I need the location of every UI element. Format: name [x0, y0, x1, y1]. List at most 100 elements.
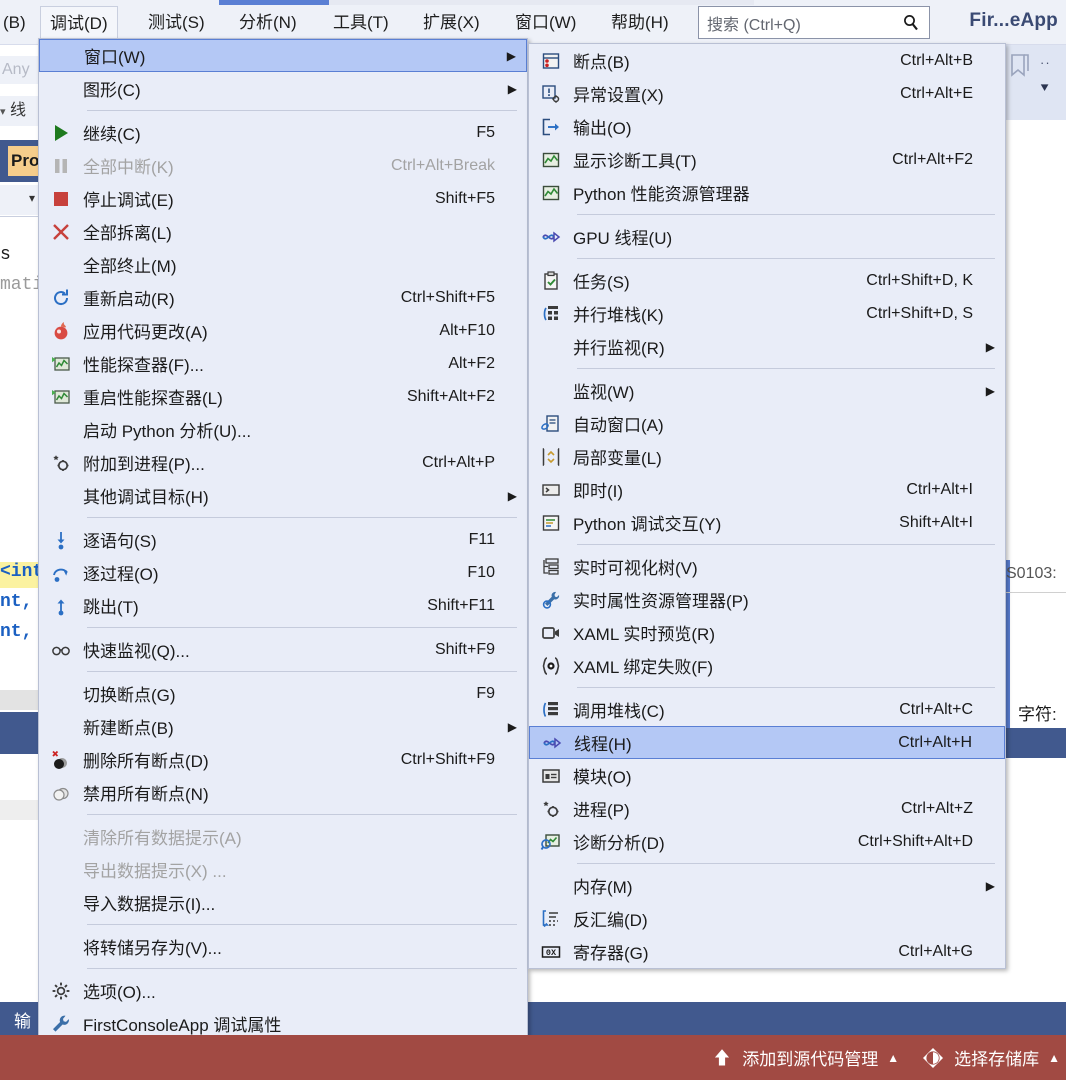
menu-item-window-submenu-3[interactable]: 显示诊断工具(T)Ctrl+Alt+F2 — [529, 143, 1005, 176]
code-line: mati — [0, 275, 40, 295]
menubar-item-tools[interactable]: 工具(T) — [324, 9, 398, 37]
menu-item-debug-menu-20[interactable]: 快速监视(Q)...Shift+F9 — [39, 633, 527, 666]
menu-item-debug-menu-31[interactable]: 将转储另存为(V)... — [39, 930, 527, 963]
menu-item-debug-menu-13[interactable]: 附加到进程(P)...Ctrl+Alt+P — [39, 446, 527, 479]
properties-dropdown[interactable]: ▾ — [0, 185, 40, 215]
output-icon — [529, 116, 573, 138]
menu-item-window-submenu-27[interactable]: 诊断分析(D)Ctrl+Shift+Alt+D — [529, 825, 1005, 858]
bookmark-icon[interactable] — [1008, 52, 1032, 80]
locals-icon — [529, 446, 573, 468]
menu-item-window-submenu-8[interactable]: 任务(S)Ctrl+Shift+D, K — [529, 264, 1005, 297]
status-select-repository[interactable]: 选择存储库 ▲ — [921, 1045, 1060, 1070]
menubar-item-analyze[interactable]: 分析(N) — [230, 9, 306, 37]
menu-item-window-submenu-16[interactable]: Python 调试交互(Y)Shift+Alt+I — [529, 506, 1005, 539]
menu-item-window-submenu-10[interactable]: 并行监视(R)▶ — [529, 330, 1005, 363]
menu-item-label: 跳出(T) — [83, 593, 407, 618]
menu-item-debug-menu-18[interactable]: 跳出(T)Shift+F11 — [39, 589, 527, 622]
search-input[interactable]: 搜索 (Ctrl+Q) — [707, 11, 901, 35]
menu-item-debug-menu-11[interactable]: 重启性能探查器(L)Shift+Alt+F2 — [39, 380, 527, 413]
menu-item-debug-menu-25[interactable]: 禁用所有断点(N) — [39, 776, 527, 809]
arrow-down-icon[interactable]: ⯆ — [1039, 80, 1050, 97]
menu-item-debug-menu-10[interactable]: 性能探查器(F)...Alt+F2 — [39, 347, 527, 380]
menu-item-window-submenu-19[interactable]: 实时属性资源管理器(P) — [529, 583, 1005, 616]
menu-item-window-submenu-9[interactable]: 并行堆栈(K)Ctrl+Shift+D, S — [529, 297, 1005, 330]
caret-up-icon[interactable]: ▲ — [887, 1051, 899, 1065]
menu-item-window-submenu-1[interactable]: 异常设置(X)Ctrl+Alt+E — [529, 77, 1005, 110]
menu-item-window-submenu-26[interactable]: 进程(P)Ctrl+Alt+Z — [529, 792, 1005, 825]
menu-item-label: 任务(S) — [573, 268, 846, 293]
menu-item-debug-menu-14[interactable]: 其他调试目标(H)▶ — [39, 479, 527, 512]
menu-item-window-submenu-31[interactable]: 0X寄存器(G)Ctrl+Alt+G — [529, 935, 1005, 968]
menu-separator — [577, 368, 995, 369]
menu-item-window-submenu-23[interactable]: 调用堆栈(C)Ctrl+Alt+C — [529, 693, 1005, 726]
menu-item-shortcut: Alt+F10 — [439, 322, 495, 340]
menu-item-debug-menu-16[interactable]: 逐语句(S)F11 — [39, 523, 527, 556]
menu-item-debug-menu-1[interactable]: 图形(C)▶ — [39, 72, 527, 105]
scrollbar[interactable] — [1006, 560, 1010, 740]
search-box[interactable]: 搜索 (Ctrl+Q) — [698, 6, 930, 39]
immediate-icon — [529, 479, 573, 501]
menu-item-window-submenu-30[interactable]: 反汇编(D) — [529, 902, 1005, 935]
pause-icon — [39, 155, 83, 177]
line-selector[interactable]: ▾ 线 — [0, 96, 40, 126]
menu-item-window-submenu-2[interactable]: 输出(O) — [529, 110, 1005, 143]
xaml-binding-icon — [529, 655, 573, 677]
menubar-item-window[interactable]: 窗口(W) — [506, 9, 585, 37]
menubar-item-extensions[interactable]: 扩展(X) — [414, 9, 489, 37]
menu-item-window-submenu-25[interactable]: 模块(O) — [529, 759, 1005, 792]
menu-item-debug-menu-17[interactable]: 逐过程(O)F10 — [39, 556, 527, 589]
menu-item-window-submenu-12[interactable]: 监视(W)▶ — [529, 374, 1005, 407]
platform-selector[interactable]: Any — [0, 56, 40, 84]
menu-item-debug-menu-5[interactable]: 停止调试(E)Shift+F5 — [39, 182, 527, 215]
menu-item-window-submenu-20[interactable]: XAML 实时预览(R) — [529, 616, 1005, 649]
profiler-icon — [39, 386, 83, 408]
menu-item-label: 断点(B) — [573, 48, 880, 73]
menu-item-window-submenu-6[interactable]: GPU 线程(U) — [529, 220, 1005, 253]
menu-item-window-submenu-24[interactable]: 线程(H)Ctrl+Alt+H — [529, 726, 1005, 759]
app-title: Fir...eApp — [969, 10, 1058, 32]
menu-item-window-submenu-4[interactable]: Python 性能资源管理器 — [529, 176, 1005, 209]
menu-item-debug-menu-9[interactable]: 应用代码更改(A)Alt+F10 — [39, 314, 527, 347]
menu-item-label: 逐语句(S) — [83, 527, 449, 552]
menu-item-label: 寄存器(G) — [573, 939, 878, 964]
menu-item-label: 并行监视(R) — [573, 334, 953, 359]
debug-menu[interactable]: 窗口(W)▶图形(C)▶继续(C)F5全部中断(K)Ctrl+Alt+Break… — [38, 38, 528, 1041]
menu-item-label: 停止调试(E) — [83, 186, 415, 211]
menu-item-debug-menu-8[interactable]: 重新启动(R)Ctrl+Shift+F5 — [39, 281, 527, 314]
menu-item-debug-menu-29[interactable]: 导入数据提示(I)... — [39, 886, 527, 919]
threads-icon — [530, 732, 574, 754]
more-dots-icon[interactable]: ·· — [1040, 55, 1051, 70]
window-submenu[interactable]: 断点(B)Ctrl+Alt+B异常设置(X)Ctrl+Alt+E输出(O)显示诊… — [528, 43, 1006, 969]
menu-item-label: 导入数据提示(I)... — [83, 890, 475, 915]
menu-item-window-submenu-13[interactable]: 自动窗口(A) — [529, 407, 1005, 440]
menu-item-debug-menu-24[interactable]: 删除所有断点(D)Ctrl+Shift+F9 — [39, 743, 527, 776]
status-add-to-source-control[interactable]: 添加到源代码管理 ▲ — [711, 1045, 899, 1070]
submenu-arrow-icon: ▶ — [495, 82, 517, 96]
menu-item-debug-menu-12[interactable]: 启动 Python 分析(U)... — [39, 413, 527, 446]
menu-item-debug-menu-23[interactable]: 新建断点(B)▶ — [39, 710, 527, 743]
menu-item-window-submenu-29[interactable]: 内存(M)▶ — [529, 869, 1005, 902]
gear-icon — [39, 980, 83, 1002]
menu-item-shortcut: Ctrl+Shift+F9 — [401, 751, 495, 769]
wrench-icon — [39, 1013, 83, 1035]
submenu-arrow-icon: ▶ — [973, 384, 995, 398]
menu-item-debug-menu-7[interactable]: 全部终止(M) — [39, 248, 527, 281]
menubar-item-0[interactable]: (B) — [0, 9, 35, 37]
caret-up-icon[interactable]: ▲ — [1048, 1051, 1060, 1065]
menu-item-debug-menu-22[interactable]: 切换断点(G)F9 — [39, 677, 527, 710]
menu-item-window-submenu-18[interactable]: 实时可视化树(V) — [529, 550, 1005, 583]
menu-item-debug-menu-0[interactable]: 窗口(W)▶ — [39, 39, 527, 72]
menu-item-window-submenu-15[interactable]: 即时(I)Ctrl+Alt+I — [529, 473, 1005, 506]
menu-item-debug-menu-33[interactable]: 选项(O)... — [39, 974, 527, 1007]
profiler-icon — [39, 353, 83, 375]
search-icon[interactable] — [901, 13, 921, 33]
menu-separator — [577, 863, 995, 864]
menu-item-debug-menu-6[interactable]: 全部拆离(L) — [39, 215, 527, 248]
menu-item-window-submenu-0[interactable]: 断点(B)Ctrl+Alt+B — [529, 44, 1005, 77]
menubar-item-help[interactable]: 帮助(H) — [602, 9, 678, 37]
properties-tab[interactable]: Pro — [8, 146, 42, 176]
menu-item-debug-menu-3[interactable]: 继续(C)F5 — [39, 116, 527, 149]
menubar-item-test[interactable]: 测试(S) — [139, 9, 214, 37]
menu-item-window-submenu-21[interactable]: XAML 绑定失败(F) — [529, 649, 1005, 682]
menu-item-window-submenu-14[interactable]: 局部变量(L) — [529, 440, 1005, 473]
